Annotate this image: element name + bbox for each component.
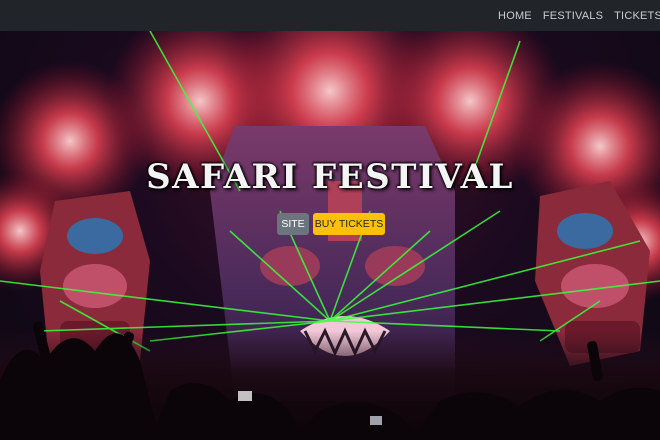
buy-tickets-button[interactable]: BUY TICKETS: [313, 213, 385, 235]
festival-stage-image: [0, 31, 660, 440]
hero-section: SAFARI FESTIVAL SITE BUY TICKETS: [0, 31, 660, 440]
nav-link-festivals[interactable]: FESTIVALS: [543, 10, 603, 22]
site-button[interactable]: SITE: [277, 213, 309, 235]
nav-link-home[interactable]: HOME: [498, 10, 532, 22]
nav-menu: HOME FESTIVALS TICKETS: [487, 0, 660, 31]
phone-screen: [238, 391, 252, 401]
hero-title: SAFARI FESTIVAL: [146, 157, 514, 197]
phone-screen: [370, 416, 382, 425]
top-navbar: HOME FESTIVALS TICKETS: [0, 0, 660, 31]
hero-buttons: SITE BUY TICKETS: [277, 213, 385, 235]
nav-link-tickets[interactable]: TICKETS: [614, 10, 660, 22]
